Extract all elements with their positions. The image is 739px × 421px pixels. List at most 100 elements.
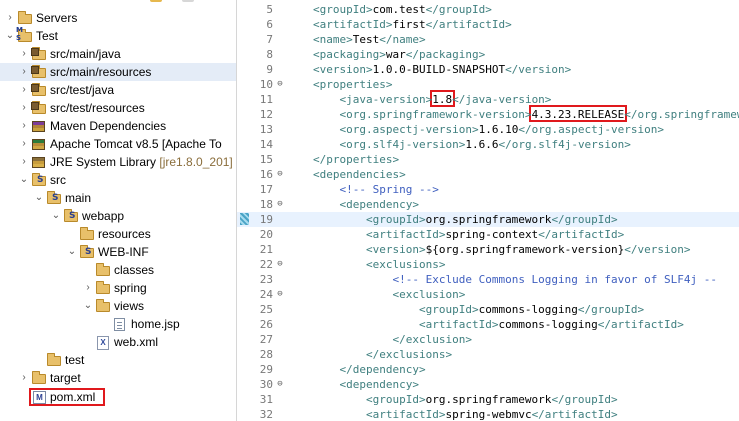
tree-item-web-inf[interactable]: ⌄ S WEB-INF [0,243,236,261]
chevron-right-icon[interactable]: › [19,369,29,387]
xml-tag: </org.aspectj-version> [518,123,665,136]
code-line[interactable]: 17 <!-- Spring --> [237,182,739,197]
code-line[interactable]: 16 ⊖ <dependencies> [237,167,739,182]
pom-xml-editor[interactable]: 5 <groupId>com.test</groupId> 6 <artifactId… [236,0,739,421]
code-line[interactable]: 25 <groupId>commons-logging</groupId> [237,302,739,317]
fold-toggle-icon[interactable]: ⊖ [275,77,285,92]
code-line[interactable]: 19 <groupId>org.springframework</groupId… [237,212,739,227]
code-line[interactable]: 28 </exclusions> [237,347,739,362]
fold-toggle-icon[interactable]: ⊖ [275,287,285,302]
xml-tag: </dependency> [339,363,426,376]
chevron-down-icon[interactable]: ⌄ [51,207,61,225]
code-line[interactable]: 32 <artifactId>spring-webmvc</artifactId… [237,407,739,421]
tree-item-src-test-java[interactable]: › src/test/java [0,81,236,99]
code-line[interactable]: 21 <version>${org.springframework-versio… [237,242,739,257]
code-line[interactable]: 30 ⊖ <dependency> [237,377,739,392]
chevron-right-icon[interactable]: › [19,117,29,135]
chevron-down-icon[interactable]: ⌄ [34,189,44,207]
tree-item-jre-library[interactable]: › JRE System Library [jre1.8.0_201] [0,153,236,171]
tree-item-home-jsp[interactable]: home.jsp [0,315,236,333]
tree-item-views[interactable]: ⌄ views [0,297,236,315]
xml-text [313,393,366,406]
tree-item-apache-tomcat[interactable]: › Apache Tomcat v8.5 [Apache To [0,135,236,153]
code-line[interactable]: 22 ⊖ <exclusions> [237,257,739,272]
chevron-right-icon[interactable]: › [19,63,29,81]
line-number: 13 [259,123,273,136]
code-line[interactable]: 12 <org.springframework-version>4.3.23.R… [237,105,739,122]
link-editor-icon[interactable] [150,0,162,2]
chevron-right-icon[interactable]: › [19,81,29,99]
chevron-right-icon[interactable]: › [19,153,29,171]
chevron-right-icon[interactable]: › [19,135,29,153]
folder-icon [79,227,95,241]
xml-tag: <properties> [313,78,393,91]
code-line[interactable]: 9 <version>1.0.0-BUILD-SNAPSHOT</version> [237,62,739,77]
tree-item-test-project[interactable]: ⌄ M S Test [0,26,236,45]
fold-toggle-icon[interactable]: ⊖ [275,197,285,212]
code-line[interactable]: 27 </exclusion> [237,332,739,347]
code-line[interactable]: 7 <name>Test</name> [237,32,739,47]
xml-text: first [392,18,426,31]
line-number: 30 [259,378,273,391]
code-line[interactable]: 26 <artifactId>commons-logging</artifact… [237,317,739,332]
code-line[interactable]: 15 </properties> [237,152,739,167]
tree-item-src-main-java[interactable]: › src/main/java [0,45,236,63]
tree-item-webapp[interactable]: ⌄ Swebapp [0,207,236,225]
fold-toggle-icon[interactable]: ⊖ [275,167,285,182]
chevron-down-icon[interactable]: ⌄ [67,243,77,261]
chevron-down-icon[interactable]: ⌄ [19,171,29,189]
tree-item-classes[interactable]: classes [0,261,236,279]
code-line[interactable]: 29 </dependency> [237,362,739,377]
chevron-right-icon[interactable]: › [19,99,29,117]
xml-tag: </version> [624,243,691,256]
code-line[interactable]: 24 ⊖ <exclusion> [237,287,739,302]
code-line[interactable]: 31 <groupId>org.springframework</groupId… [237,392,739,407]
line-number: 8 [266,48,273,61]
tree-item-maven-dependencies[interactable]: › Maven Dependencies [0,117,236,135]
xml-text [313,288,392,301]
line-number: 18 [259,198,273,211]
code-line[interactable]: 6 <artifactId>first</artifactId> [237,17,739,32]
tree-item-main[interactable]: ⌄ Smain [0,189,236,207]
code-text: <artifactId>spring-webmvc</artifactId> [313,407,618,421]
tree-item-test[interactable]: test [0,351,236,369]
tree-item-resources[interactable]: resources [0,225,236,243]
code-line[interactable]: 10 ⊖ <properties> [237,77,739,92]
line-number: 25 [259,303,273,316]
chevron-right-icon[interactable]: › [5,9,15,27]
tree-item-servers[interactable]: › Servers [0,9,236,27]
source-folder-icon [31,83,47,97]
code-line[interactable]: 18 ⊖ <dependency> [237,197,739,212]
code-line[interactable]: 8 <packaging>war</packaging> [237,47,739,62]
xml-text: org.springframework [425,213,552,226]
library-icon [31,155,47,169]
fold-toggle-icon[interactable]: ⊖ [275,377,285,392]
tree-item-spring[interactable]: › spring [0,279,236,297]
code-line[interactable]: 20 <artifactId>spring-context</artifactI… [237,227,739,242]
fold-toggle-icon[interactable]: ⊖ [275,257,285,272]
xml-tag: <groupId> [365,213,426,226]
tree-item-label: src/test/java [50,83,115,97]
view-menu-icon[interactable] [182,0,194,2]
xml-comment: <!-- Exclude Commons Logging in favor of… [392,273,717,286]
code-text: <exclusions> [313,257,445,272]
tree-item-src-main-resources[interactable]: › src/main/resources [0,63,236,81]
tree-item-label: Test [36,29,59,43]
tree-item-src-test-resources[interactable]: › src/test/resources [0,99,236,117]
code-line[interactable]: 23 <!-- Exclude Commons Logging in favor… [237,272,739,287]
tree-item-web-xml[interactable]: Xweb.xml [0,333,236,351]
chevron-down-icon[interactable]: ⌄ [83,297,93,315]
tree-item-pom-xml[interactable]: Mpom.xml [0,388,236,406]
code-line[interactable]: 11 <java-version>1.8</java-version> [237,90,739,107]
chevron-right-icon[interactable]: › [19,45,29,63]
chevron-right-icon[interactable]: › [83,279,93,297]
tree-item-src[interactable]: ⌄ Ssrc [0,171,236,189]
chevron-down-icon[interactable]: ⌄ [5,27,15,45]
line-number: 15 [259,153,273,166]
code-text: <org.springframework-version>4.3.23.RELE… [313,107,739,122]
code-line[interactable]: 13 <org.aspectj-version>1.6.10</org.aspe… [237,122,739,137]
code-line[interactable]: 14 <org.slf4j-version>1.6.6</org.slf4j-v… [237,137,739,152]
code-line[interactable]: 5 <groupId>com.test</groupId> [237,2,739,17]
line-number: 16 [259,168,273,181]
tree-item-target[interactable]: › target [0,369,236,387]
